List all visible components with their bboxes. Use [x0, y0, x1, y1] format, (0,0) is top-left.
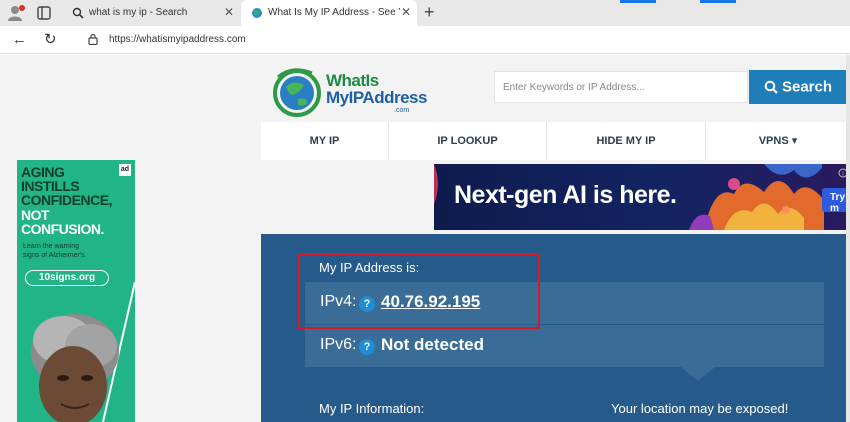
- ipv6-row: IPv6: ? Not detected: [305, 325, 824, 367]
- ad-small-line: Learn the warning: [23, 243, 80, 250]
- search-button[interactable]: Search: [749, 70, 847, 104]
- reload-button[interactable]: ↻: [44, 30, 57, 48]
- location-warning: Your location may be exposed!: [611, 401, 789, 416]
- nav-vpns[interactable]: VPNS ▾: [706, 122, 850, 160]
- card-pointer: [681, 367, 715, 381]
- help-icon[interactable]: ?: [359, 339, 375, 355]
- search-button-label: Search: [781, 78, 833, 96]
- ad-headline-line: CONFUSION.: [21, 221, 104, 237]
- search-icon: [72, 7, 84, 19]
- close-tab-icon[interactable]: ✕: [224, 5, 234, 19]
- ad-portrait-image: [31, 282, 135, 422]
- url-text: https://whatismyipaddress.com: [109, 34, 246, 45]
- window-accent: [700, 0, 736, 3]
- ad-headline-line: NOT: [21, 207, 50, 223]
- tab-title: what is my ip - Search: [89, 7, 188, 18]
- page-body: WhatIs MyIPAddress .com Search MY IP IP …: [0, 55, 850, 422]
- tab-title: What Is My IP Address - See Your: [268, 7, 400, 18]
- logo-text-tld: .com: [394, 107, 410, 114]
- tab-whatismyip[interactable]: What Is My IP Address - See Your ✕: [241, 0, 417, 26]
- ipv6-label: IPv6:: [320, 336, 357, 353]
- new-tab-button[interactable]: +: [424, 2, 435, 23]
- address-bar[interactable]: https://whatismyipaddress.com: [78, 29, 840, 51]
- nav-my-ip[interactable]: MY IP: [261, 122, 389, 160]
- main-nav: MY IP IP LOOKUP HIDE MY IP VPNS ▾: [261, 122, 850, 160]
- banner-ad[interactable]: Next-gen AI is here. Try m i: [434, 164, 850, 230]
- search-icon: [764, 80, 778, 95]
- banner-headline: Next-gen AI is here.: [454, 181, 677, 209]
- browser-toolbar: ← ↻ https://whatismyipaddress.com: [0, 26, 850, 54]
- side-ad[interactable]: ad AGING INSTILLS CONFIDENCE, NOT CONFUS…: [17, 160, 135, 422]
- nav-hide-my-ip[interactable]: HIDE MY IP: [547, 122, 706, 160]
- close-tab-icon[interactable]: ✕: [401, 5, 411, 19]
- ad-small-line: signs of Alzheimer's.: [23, 252, 87, 259]
- highlight-box: [298, 253, 540, 329]
- lock-icon[interactable]: [88, 33, 98, 45]
- globe-logo-icon: [273, 68, 321, 117]
- ip-information-heading: My IP Information:: [319, 401, 425, 416]
- svg-text:i: i: [842, 172, 843, 178]
- profile-icon[interactable]: [6, 4, 26, 22]
- search-input[interactable]: [494, 71, 748, 103]
- window-accent: [620, 0, 656, 3]
- tab-strip: what is my ip - Search ✕ What Is My IP A…: [0, 0, 850, 26]
- tab-search[interactable]: what is my ip - Search ✕: [62, 0, 240, 26]
- ad-headline-line: AGING: [21, 164, 65, 180]
- logo-text-line2: MyIPAddress: [326, 88, 427, 107]
- globe-favicon-icon: [252, 8, 262, 18]
- scrollbar[interactable]: [846, 55, 850, 422]
- back-button[interactable]: ←: [12, 31, 27, 48]
- ipv6-value: Not detected: [381, 335, 484, 354]
- ad-headline-line: INSTILLS: [21, 178, 80, 194]
- ad-badge: ad: [119, 164, 131, 176]
- site-logo[interactable]: WhatIs MyIPAddress .com: [272, 67, 432, 119]
- tab-actions-icon[interactable]: [36, 5, 52, 21]
- nav-ip-lookup[interactable]: IP LOOKUP: [389, 122, 547, 160]
- ad-headline-line: CONFIDENCE,: [21, 192, 112, 208]
- ad-small-text: Learn the warning signs of Alzheimer's.: [23, 242, 87, 260]
